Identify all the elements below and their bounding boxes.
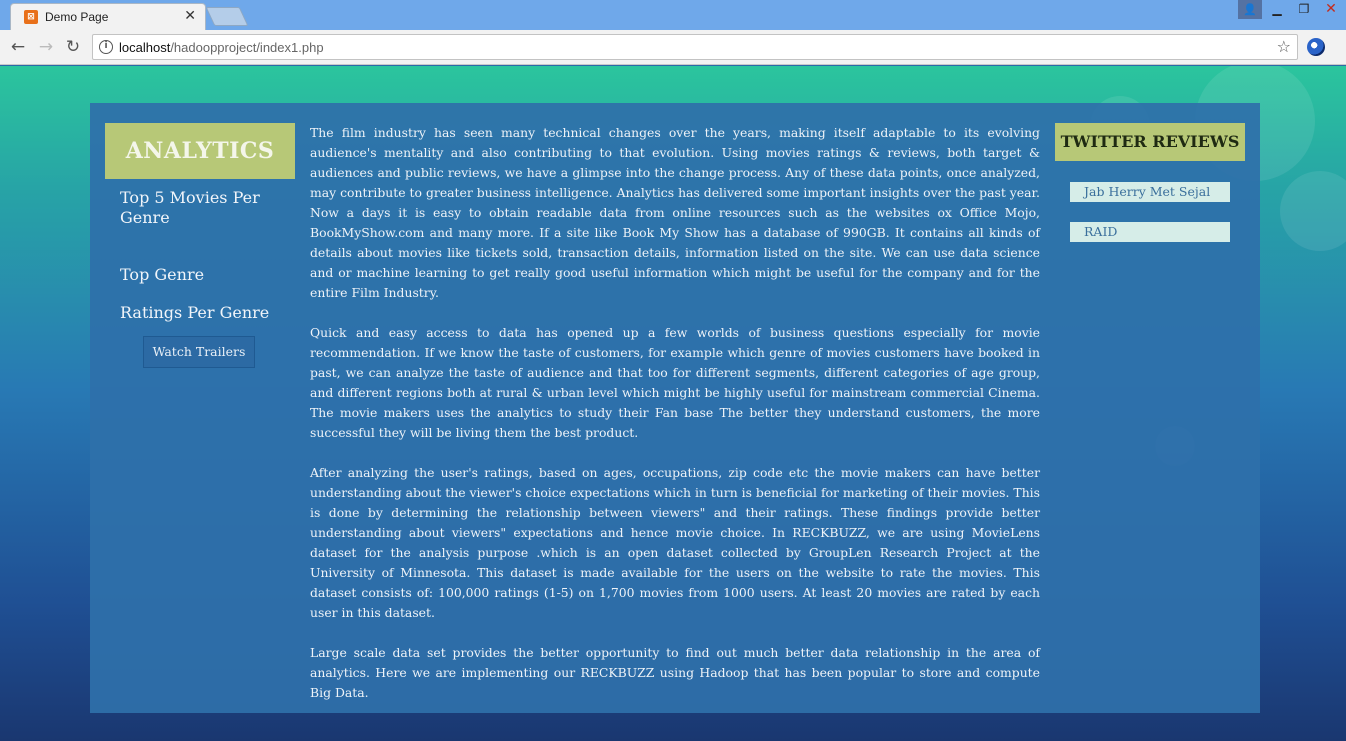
- watch-trailers-button[interactable]: Watch Trailers: [143, 336, 255, 368]
- analytics-sidebar: ANALYTICS Top 5 Movies Per Genre Top Gen…: [105, 123, 295, 368]
- nav-link-ratings-per-genre[interactable]: Ratings Per Genre: [120, 303, 295, 323]
- browser-toolbar: ← → ↻ i localhost/hadoopproject/index1.p…: [0, 30, 1346, 65]
- nav-link-top-genre[interactable]: Top Genre: [120, 265, 295, 285]
- browser-tab[interactable]: ⊠ Demo Page ✕: [10, 3, 206, 30]
- article-paragraph: Large scale data set provides the better…: [310, 645, 1040, 700]
- article-paragraph: After analyzing the user's ratings, base…: [310, 465, 1040, 620]
- minimize-icon[interactable]: ▁: [1264, 0, 1290, 19]
- url-host: localhost: [119, 40, 171, 55]
- twitter-reviews-sidebar: TWITTER REVIEWS Jab Herry Met Sejal RAID: [1055, 123, 1245, 242]
- new-tab-button[interactable]: [205, 7, 249, 26]
- article-paragraph: The film industry has seen many technica…: [310, 125, 1040, 300]
- tab-close-icon[interactable]: ✕: [184, 8, 196, 24]
- info-icon[interactable]: i: [99, 40, 113, 54]
- close-window-icon[interactable]: ✕: [1318, 0, 1344, 19]
- content-panel: ANALYTICS Top 5 Movies Per Genre Top Gen…: [90, 103, 1260, 713]
- forward-arrow-icon[interactable]: →: [36, 37, 56, 57]
- twitter-review-item[interactable]: Jab Herry Met Sejal: [1070, 182, 1230, 202]
- restore-icon[interactable]: ❐: [1291, 0, 1317, 19]
- twitter-review-item[interactable]: RAID: [1070, 222, 1230, 242]
- url-text[interactable]: localhost/hadoopproject/index1.php: [119, 40, 324, 55]
- reload-icon[interactable]: ↻: [63, 37, 83, 57]
- article-body: The film industry has seen many technica…: [310, 123, 1040, 723]
- browser-titlebar: ⊠ Demo Page ✕ 👤 ▁ ❐ ✕: [0, 0, 1346, 30]
- back-arrow-icon[interactable]: ←: [8, 37, 28, 57]
- tab-title: Demo Page: [45, 10, 109, 24]
- profile-icon[interactable]: 👤: [1238, 0, 1262, 19]
- nav-link-top5-movies[interactable]: Top 5 Movies Per Genre: [120, 188, 280, 228]
- bokeh-decoration: [1280, 171, 1346, 251]
- article-paragraph: Quick and easy access to data has opened…: [310, 325, 1040, 440]
- xampp-favicon-icon: ⊠: [24, 10, 38, 24]
- address-bar[interactable]: i localhost/hadoopproject/index1.php ☆: [92, 34, 1298, 60]
- extension-globe-icon[interactable]: [1307, 38, 1325, 56]
- url-path: /hadoopproject/index1.php: [170, 40, 324, 55]
- page-background: ANALYTICS Top 5 Movies Per Genre Top Gen…: [0, 66, 1346, 741]
- twitter-reviews-heading: TWITTER REVIEWS: [1055, 123, 1245, 161]
- bookmark-star-icon[interactable]: ☆: [1277, 37, 1291, 56]
- analytics-heading: ANALYTICS: [105, 123, 295, 179]
